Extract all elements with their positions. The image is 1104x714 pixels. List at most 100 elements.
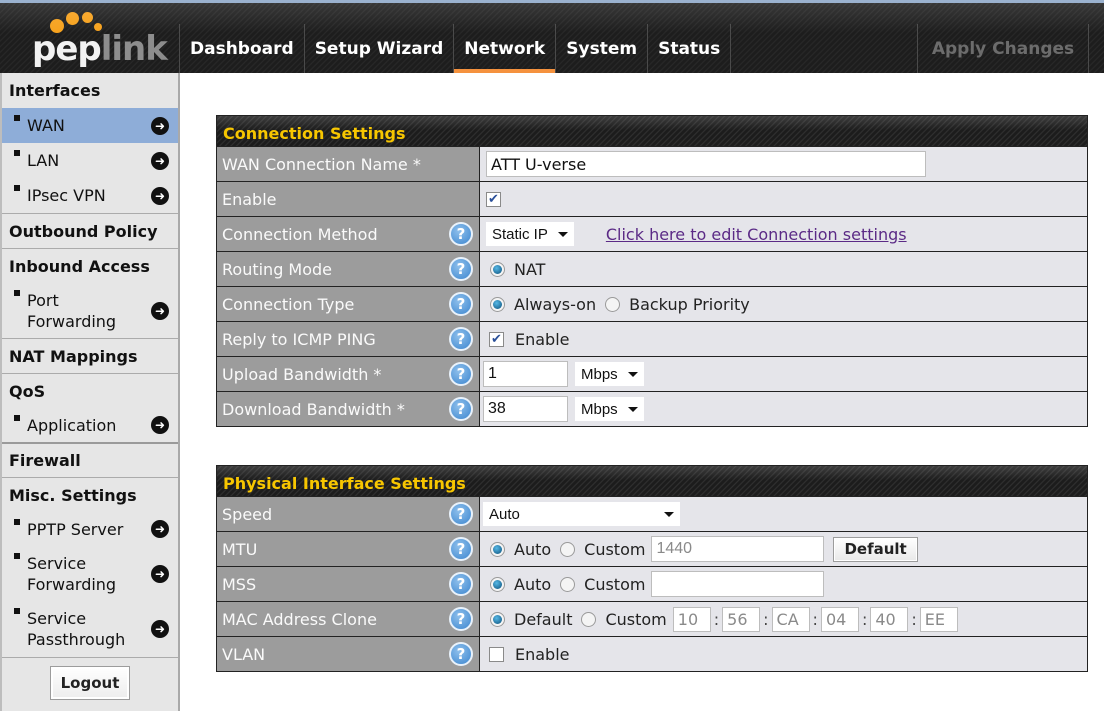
sidebar: Interfaces WAN ➜ LAN ➜ IPsec VPN ➜ Outbo… <box>0 73 180 711</box>
dropdown-caret-icon <box>557 231 568 237</box>
backup-priority-radio[interactable] <box>605 296 621 312</box>
sidebar-item-lan[interactable]: LAN ➜ <box>2 143 178 178</box>
mac-separator: : <box>812 609 818 629</box>
radio-label: Backup Priority <box>629 294 750 314</box>
arrow-right-circle-icon: ➜ <box>151 301 169 320</box>
always-on-radio[interactable] <box>490 296 505 312</box>
mss-auto-radio[interactable] <box>490 576 505 592</box>
speed-select[interactable]: Auto <box>483 502 680 526</box>
help-icon[interactable]: ? <box>449 327 473 351</box>
vlan-enable-checkbox[interactable] <box>489 646 504 662</box>
sidebar-item-service-passthrough[interactable]: Service Passthrough ➜ <box>2 601 178 657</box>
mac-custom-radio[interactable] <box>581 611 597 627</box>
mac-default-radio[interactable] <box>490 611 505 627</box>
sidebar-item-service-forwarding[interactable]: Service Forwarding ➜ <box>2 546 178 601</box>
mac-octet-3-input[interactable]: CA <box>771 606 810 632</box>
help-icon[interactable]: ? <box>449 397 473 421</box>
connection-method-select[interactable]: Static IP <box>486 222 574 246</box>
field-label: Download Bandwidth * <box>222 399 405 419</box>
mss-custom-radio[interactable] <box>560 576 576 592</box>
select-value: Auto <box>489 505 520 523</box>
row-mac-address-clone: MAC Address Clone? Default Custom 10: 56… <box>217 601 1087 636</box>
mtu-auto-radio[interactable] <box>490 541 505 557</box>
select-value: Mbps <box>581 400 618 418</box>
bullet-icon <box>14 115 20 121</box>
mtu-custom-radio[interactable] <box>560 541 576 557</box>
bullet-icon <box>14 185 20 191</box>
mac-separator: : <box>713 609 720 629</box>
mac-octet-5-input[interactable]: 40 <box>870 606 909 632</box>
arrow-right-circle-icon: ➜ <box>151 564 169 583</box>
help-icon[interactable]: ? <box>449 222 473 246</box>
nav-system[interactable]: System <box>555 24 647 73</box>
sidebar-section-outbound-policy[interactable]: Outbound Policy <box>2 213 178 248</box>
help-icon[interactable]: ? <box>449 607 473 631</box>
sidebar-item-port-forwarding[interactable]: Port Forwarding ➜ <box>2 283 178 338</box>
logout-button[interactable]: Logout <box>50 666 130 700</box>
nav-status[interactable]: Status <box>647 24 732 73</box>
help-icon[interactable]: ? <box>449 362 473 386</box>
bullet-icon <box>14 553 20 559</box>
dropdown-caret-icon <box>627 406 638 412</box>
icmp-enable-checkbox[interactable]: ✔ <box>489 331 504 347</box>
arrow-right-circle-icon: ➜ <box>151 416 169 434</box>
routing-nat-radio[interactable] <box>490 261 505 277</box>
checkbox-label: Enable <box>515 329 570 349</box>
mac-separator: : <box>763 609 769 629</box>
field-label: Enable <box>217 182 480 216</box>
field-label: VLAN <box>222 644 266 664</box>
radio-label: Custom <box>584 539 646 559</box>
mtu-value-input[interactable] <box>651 536 825 562</box>
nav-dashboard[interactable]: Dashboard <box>179 24 304 73</box>
apply-changes-button[interactable]: Apply Changes <box>917 24 1089 73</box>
peplink-logo[interactable]: peplink <box>30 7 168 69</box>
row-speed: Speed? Auto <box>217 496 1087 531</box>
sidebar-section-firewall[interactable]: Firewall <box>2 442 178 477</box>
row-wan-connection-name: WAN Connection Name * <box>217 146 1087 181</box>
edit-connection-settings-link[interactable]: Click here to edit Connection settings <box>606 225 907 244</box>
sidebar-section-qos[interactable]: QoS <box>2 373 178 408</box>
help-icon[interactable]: ? <box>449 257 473 281</box>
sidebar-item-application[interactable]: Application ➜ <box>2 408 178 442</box>
download-unit-select[interactable]: Mbps <box>575 397 644 421</box>
sidebar-section-misc-settings[interactable]: Misc. Settings <box>2 477 178 512</box>
field-label: Routing Mode <box>222 259 333 279</box>
top-navigation-bar: peplink Dashboard Setup Wizard Network S… <box>0 0 1104 73</box>
mac-octet-6-input[interactable]: EE <box>919 606 958 632</box>
help-icon[interactable]: ? <box>449 572 473 596</box>
field-label: MTU <box>222 539 258 559</box>
mac-octet-2-input[interactable]: 56 <box>722 606 761 632</box>
field-label: Speed <box>222 504 273 524</box>
bullet-icon <box>14 608 20 614</box>
sidebar-item-ipsec-vpn[interactable]: IPsec VPN ➜ <box>2 178 178 213</box>
help-icon[interactable]: ? <box>449 642 473 666</box>
nav-setup-wizard[interactable]: Setup Wizard <box>303 24 454 73</box>
physical-interface-settings-panel: Physical Interface Settings Speed? Auto … <box>216 465 1088 672</box>
sidebar-section-nat-mappings[interactable]: NAT Mappings <box>2 338 178 373</box>
sidebar-item-label: Port Forwarding <box>27 290 117 331</box>
sidebar-item-wan[interactable]: WAN ➜ <box>2 108 178 143</box>
upload-unit-select[interactable]: Mbps <box>575 362 644 386</box>
help-icon[interactable]: ? <box>449 537 473 561</box>
sidebar-section-inbound-access[interactable]: Inbound Access <box>2 248 178 283</box>
download-bandwidth-input[interactable] <box>483 396 568 422</box>
mss-value-input[interactable] <box>651 571 825 597</box>
help-icon[interactable]: ? <box>449 292 473 316</box>
logout-area: Logout <box>2 657 178 714</box>
nav-network[interactable]: Network <box>453 24 556 73</box>
mtu-default-button[interactable]: Default <box>833 536 918 562</box>
enable-checkbox[interactable]: ✔ <box>486 191 501 207</box>
sidebar-item-label: Service Passthrough <box>27 609 126 649</box>
wan-connection-name-input[interactable] <box>486 151 926 177</box>
select-value: Static IP <box>492 225 548 243</box>
sidebar-item-pptp-server[interactable]: PPTP Server ➜ <box>2 512 178 546</box>
mac-octet-4-input[interactable]: 04 <box>820 606 859 632</box>
mac-octet-1-input[interactable]: 10 <box>672 606 711 632</box>
field-label: Reply to ICMP PING <box>222 329 376 349</box>
upload-bandwidth-input[interactable] <box>483 361 568 387</box>
radio-label: Auto <box>514 539 552 559</box>
arrow-right-circle-icon: ➜ <box>151 186 169 205</box>
sidebar-section-interfaces[interactable]: Interfaces <box>2 73 178 108</box>
field-label: MAC Address Clone <box>222 609 377 629</box>
help-icon[interactable]: ? <box>449 502 473 526</box>
